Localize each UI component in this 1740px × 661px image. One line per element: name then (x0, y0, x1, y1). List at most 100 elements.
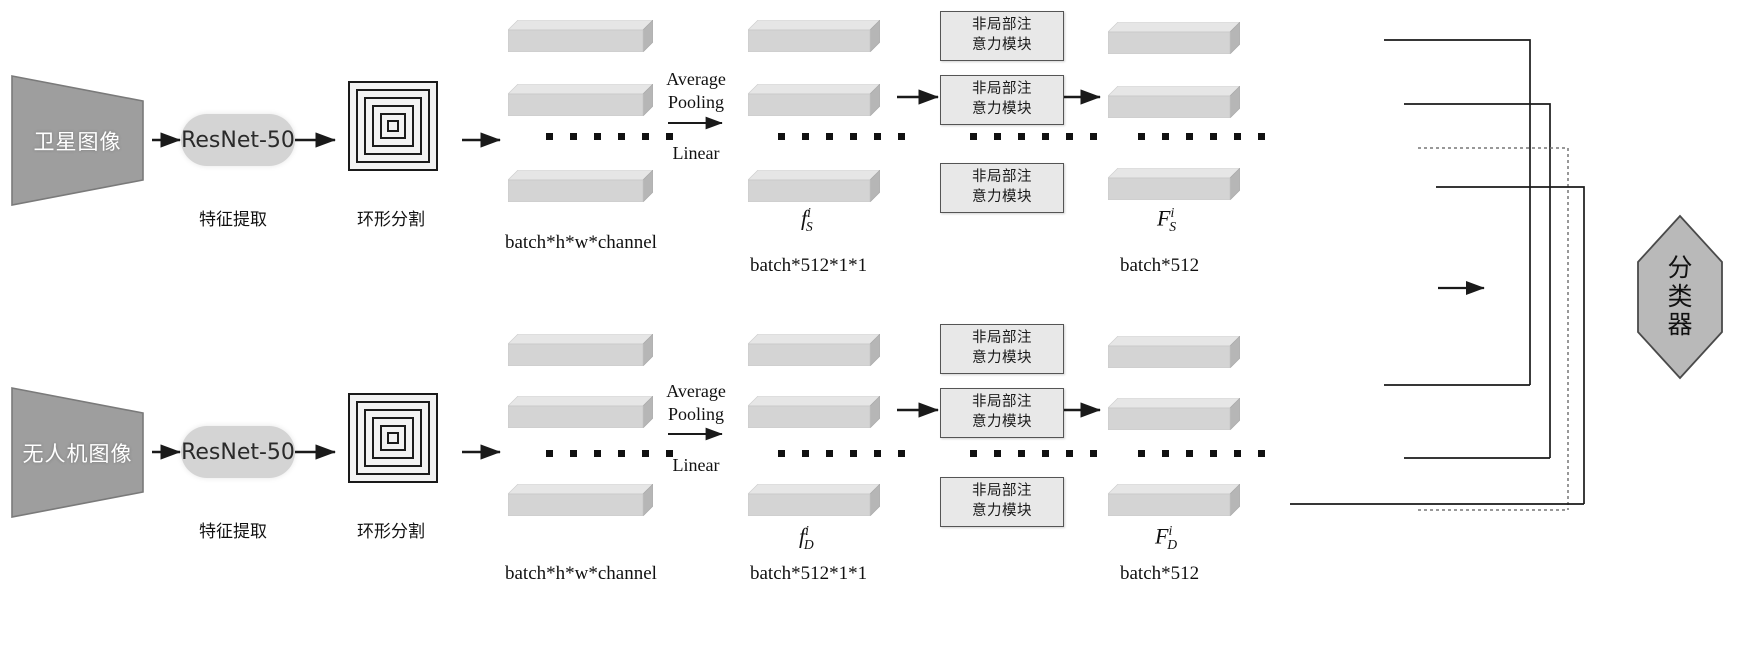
attention-label-line1: 非局部注 (972, 394, 1032, 411)
satellite-avgpool-op: Average Pooling (657, 68, 735, 115)
fusion-link-sat-top (1384, 39, 1531, 385)
slab-shape (507, 83, 654, 117)
satellite-pooled-ellipsis (778, 133, 905, 140)
slab-shape (747, 333, 881, 367)
satellite-feature-slab-n (507, 169, 654, 203)
satellite-pooled-slab-n (747, 169, 881, 203)
drone-attention-module-n[interactable]: 非局部注 意力模块 (940, 477, 1064, 527)
attention-label-line2: 意力模块 (972, 350, 1032, 366)
drone-featuremap-caption: batch*h*w*channel (505, 563, 657, 584)
drone-ring-partition (348, 393, 438, 483)
satellite-output-symbol: FiS (1157, 205, 1176, 235)
slab-shape (1107, 167, 1241, 201)
attention-label-line1: 非局部注 (972, 81, 1032, 98)
slab-shape (747, 169, 881, 203)
fusion-link-sat-bottom (1436, 186, 1585, 504)
fusion-link-sat-dotted (1418, 147, 1569, 510)
drone-pooled-slab-2 (747, 395, 881, 429)
drone-feature-slab-2 (507, 395, 654, 429)
attention-label-line2: 意力模块 (972, 414, 1032, 430)
drone-pooled-slab-1 (747, 333, 881, 367)
satellite-attention-ellipsis (970, 133, 1097, 140)
satellite-attention-module-1[interactable]: 非局部注 意力模块 (940, 11, 1064, 61)
drone-output-slab-2 (1107, 397, 1241, 431)
satellite-backbone-label: ResNet-50 (181, 127, 295, 153)
drone-attention-module-1[interactable]: 非局部注 意力模块 (940, 324, 1064, 374)
classifier-label-line2: 类 (1667, 281, 1693, 311)
satellite-output-slab-n (1107, 167, 1241, 201)
classifier-block[interactable]: 分 类 器 (1638, 216, 1722, 378)
satellite-attention-module-2[interactable]: 非局部注 意力模块 (940, 75, 1064, 125)
satellite-feature-slab-1 (507, 19, 654, 53)
avgpool-line1: Average (666, 69, 726, 89)
symbol-sup: i (807, 205, 811, 220)
ring-5 (387, 432, 399, 444)
drone-pooled-ellipsis (778, 450, 905, 457)
drone-output-caption: batch*512 (1120, 563, 1200, 584)
slab-shape (507, 483, 654, 517)
satellite-backbone-caption: 特征提取 (199, 210, 267, 230)
slab-shape (1107, 397, 1241, 431)
attention-label-line1: 非局部注 (972, 483, 1032, 500)
satellite-feature-ellipsis (546, 133, 673, 140)
drone-backbone-label: ResNet-50 (181, 439, 295, 465)
drone-attention-ellipsis (970, 450, 1097, 457)
attention-label-line2: 意力模块 (972, 189, 1032, 205)
satellite-pooled-slab-2 (747, 83, 881, 117)
drone-input-block: 无人机图像 (12, 388, 143, 517)
satellite-output-slab-2 (1107, 85, 1241, 119)
slab-shape (1107, 85, 1241, 119)
slab-shape (507, 169, 654, 203)
satellite-output-slab-1 (1107, 21, 1241, 55)
avgpool-line2: Pooling (667, 404, 724, 425)
slab-shape (747, 395, 881, 429)
attention-label-line1: 非局部注 (972, 330, 1032, 347)
drone-partition-caption: 环形分割 (357, 522, 425, 542)
drone-pooled-symbol: fiD (799, 523, 814, 553)
slab-shape (747, 83, 881, 117)
satellite-output-ellipsis (1138, 133, 1265, 140)
drone-avgpool-op: Average Pooling (657, 380, 735, 427)
drone-output-symbol: FiD (1155, 523, 1177, 553)
drone-linear-op: Linear (672, 455, 720, 475)
drone-attention-module-2[interactable]: 非局部注 意力模块 (940, 388, 1064, 438)
symbol-sub: S (805, 218, 813, 234)
attention-label-line1: 非局部注 (972, 17, 1032, 34)
drone-feature-ellipsis (546, 450, 673, 457)
symbol-sup: i (1170, 205, 1175, 220)
drone-feature-slab-1 (507, 333, 654, 367)
drone-pooled-slab-n (747, 483, 881, 517)
symbol-sub: D (1167, 536, 1178, 552)
symbol-sub: S (1169, 218, 1177, 234)
classifier-label-line3: 器 (1667, 310, 1693, 340)
symbol-sub: D (803, 536, 814, 552)
satellite-featuremap-caption: batch*h*w*channel (505, 232, 657, 253)
slab-shape (1107, 483, 1241, 517)
slab-shape (1107, 335, 1241, 369)
drone-pooled-caption: batch*512*1*1 (750, 563, 868, 584)
ring-5 (387, 120, 399, 132)
drone-output-slab-n (1107, 483, 1241, 517)
satellite-input-label: 卫星图像 (33, 129, 122, 154)
attention-label-line2: 意力模块 (972, 37, 1032, 53)
slab-shape (1107, 21, 1241, 55)
satellite-backbone-resnet50[interactable]: ResNet-50 (181, 114, 295, 166)
avgpool-line2: Pooling (667, 92, 724, 113)
satellite-input-block: 卫星图像 (12, 76, 143, 205)
drone-feature-slab-n (507, 483, 654, 517)
classifier-label: 分 类 器 (1638, 216, 1722, 378)
slab-shape (507, 395, 654, 429)
slab-shape (507, 333, 654, 367)
attention-label-line2: 意力模块 (972, 503, 1032, 519)
attention-label-line2: 意力模块 (972, 101, 1032, 117)
slab-shape (747, 483, 881, 517)
satellite-attention-module-n[interactable]: 非局部注 意力模块 (940, 163, 1064, 213)
satellite-output-caption: batch*512 (1120, 255, 1200, 276)
drone-backbone-resnet50[interactable]: ResNet-50 (181, 426, 295, 478)
satellite-pooled-slab-1 (747, 19, 881, 53)
satellite-pooled-symbol: fiS (801, 205, 813, 235)
drone-backbone-caption: 特征提取 (199, 522, 267, 542)
drone-output-slab-1 (1107, 335, 1241, 369)
satellite-partition-caption: 环形分割 (357, 210, 425, 230)
avgpool-line1: Average (666, 381, 726, 401)
